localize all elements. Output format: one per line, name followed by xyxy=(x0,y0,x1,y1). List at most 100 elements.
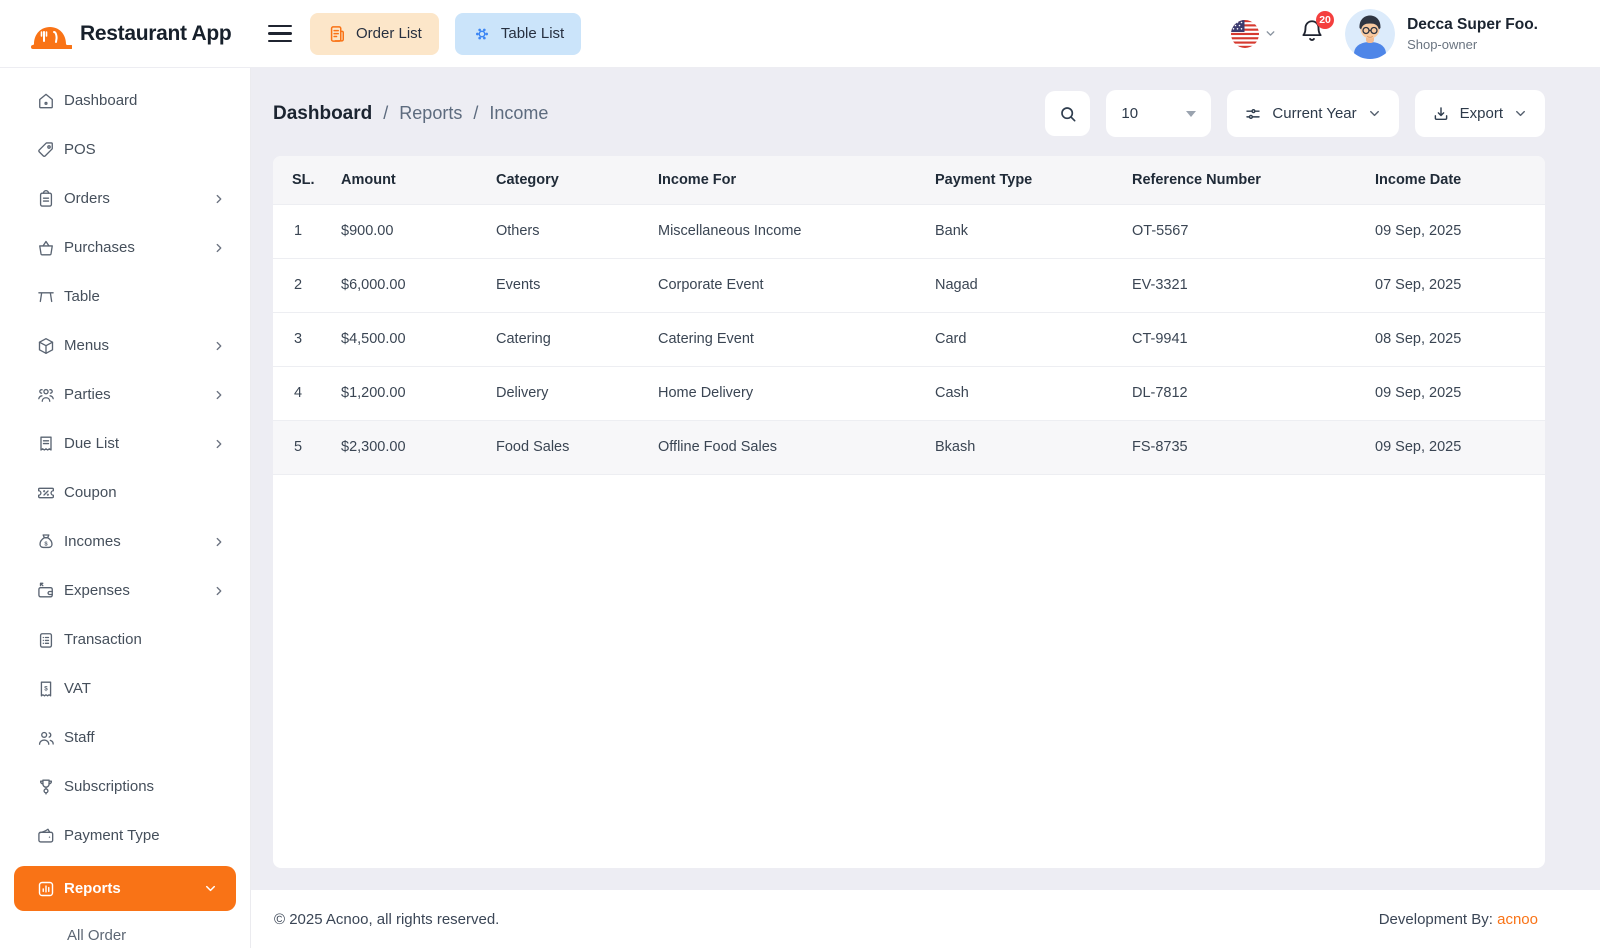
chevron-right-icon xyxy=(212,388,226,402)
wallet-icon xyxy=(36,826,56,846)
chevron-down-icon xyxy=(203,881,218,896)
restaurant-logo-icon xyxy=(28,14,72,54)
home-icon xyxy=(36,91,56,111)
receipt-icon xyxy=(36,434,56,454)
app-name: Restaurant App xyxy=(80,22,231,46)
top-bar: Restaurant App Order List Table List xyxy=(0,0,1600,68)
breadcrumb: Dashboard / Reports / Income xyxy=(273,103,548,125)
copyright-text: © 2025 Acnoo, all rights reserved. xyxy=(274,911,499,928)
table-list-button[interactable]: Table List xyxy=(455,13,581,55)
sliders-icon xyxy=(1244,105,1262,123)
sidebar-item-orders[interactable]: Orders xyxy=(0,174,250,223)
trophy-icon xyxy=(36,777,56,797)
chevron-down-icon xyxy=(1367,106,1382,121)
sidebar-item-payment-type[interactable]: Payment Type xyxy=(0,811,250,860)
user-meta[interactable]: Decca Super Foo. Shop-owner xyxy=(1407,16,1538,52)
page-size-select[interactable]: 10 xyxy=(1106,90,1211,137)
order-list-button[interactable]: Order List xyxy=(310,13,439,55)
col-reference-number: Reference Number xyxy=(1114,156,1357,204)
table-row[interactable]: 1 $900.00 Others Miscellaneous Income Ba… xyxy=(273,204,1545,258)
sidebar-item-subscriptions[interactable]: Subscriptions xyxy=(0,762,250,811)
table-header-row: SL. Amount Category Income For Payment T… xyxy=(273,156,1545,204)
developer-link[interactable]: acnoo xyxy=(1497,911,1538,928)
table-list-label: Table List xyxy=(501,25,564,42)
export-label: Export xyxy=(1460,105,1503,122)
sidebar-item-purchases[interactable]: Purchases xyxy=(0,223,250,272)
us-flag-icon xyxy=(1231,20,1259,48)
breadcrumb-reports[interactable]: Reports xyxy=(399,103,462,123)
table-row[interactable]: 3 $4,500.00 Catering Catering Event Card… xyxy=(273,312,1545,366)
chevron-down-icon xyxy=(1264,27,1277,40)
table-row[interactable]: 2 $6,000.00 Events Corporate Event Nagad… xyxy=(273,258,1545,312)
search-button[interactable] xyxy=(1045,91,1090,136)
avatar[interactable] xyxy=(1345,9,1395,59)
date-filter-button[interactable]: Current Year xyxy=(1227,90,1398,137)
chevron-right-icon xyxy=(212,535,226,549)
sidebar-item-table[interactable]: Table xyxy=(0,272,250,321)
col-payment-type: Payment Type xyxy=(917,156,1114,204)
income-table: SL. Amount Category Income For Payment T… xyxy=(273,156,1545,475)
user-name: Decca Super Foo. xyxy=(1407,16,1538,34)
export-button[interactable]: Export xyxy=(1415,90,1545,137)
notification-count-badge: 20 xyxy=(1316,11,1334,29)
avatar-image xyxy=(1345,9,1395,59)
sidebar-item-incomes[interactable]: $ Incomes xyxy=(0,517,250,566)
staff-icon xyxy=(36,728,56,748)
svg-text:$: $ xyxy=(44,541,48,547)
sidebar-subitem-all-order[interactable]: All Order xyxy=(0,927,250,944)
chevron-down-icon xyxy=(1513,106,1528,121)
table-row[interactable]: 5 $2,300.00 Food Sales Offline Food Sale… xyxy=(273,420,1545,474)
notifications-button[interactable]: 20 xyxy=(1299,18,1325,49)
sidebar-item-dashboard[interactable]: Dashboard xyxy=(0,76,250,125)
col-category: Category xyxy=(478,156,640,204)
sidebar-item-menus[interactable]: Menus xyxy=(0,321,250,370)
users-group-icon xyxy=(36,385,56,405)
svg-text:$: $ xyxy=(44,685,48,692)
ticket-icon xyxy=(36,483,56,503)
chevron-right-icon xyxy=(212,192,226,206)
toolbar: 10 Current Year Export xyxy=(1045,90,1545,137)
tag-icon xyxy=(36,140,56,160)
table-row[interactable]: 4 $1,200.00 Delivery Home Delivery Cash … xyxy=(273,366,1545,420)
chevron-right-icon xyxy=(212,339,226,353)
col-amount: Amount xyxy=(323,156,478,204)
page-size-value: 10 xyxy=(1121,105,1138,122)
chevron-right-icon xyxy=(212,437,226,451)
breadcrumb-income: Income xyxy=(489,103,548,123)
col-income-date: Income Date xyxy=(1357,156,1545,204)
download-icon xyxy=(1432,105,1450,123)
caret-down-icon xyxy=(1186,111,1196,117)
sidebar-item-due-list[interactable]: Due List xyxy=(0,419,250,468)
user-role: Shop-owner xyxy=(1407,37,1538,52)
income-table-card: SL. Amount Category Income For Payment T… xyxy=(273,156,1545,868)
basket-icon xyxy=(36,238,56,258)
order-list-label: Order List xyxy=(356,25,422,42)
sidebar-item-transaction[interactable]: Transaction xyxy=(0,615,250,664)
menu-toggle-icon[interactable] xyxy=(268,25,292,43)
footer: © 2025 Acnoo, all rights reserved. Devel… xyxy=(251,890,1600,948)
order-list-icon xyxy=(327,24,347,44)
sidebar-item-reports[interactable]: Reports xyxy=(14,866,236,911)
language-selector[interactable] xyxy=(1231,20,1277,48)
bar-chart-icon xyxy=(36,879,56,899)
chevron-right-icon xyxy=(212,584,226,598)
sidebar-item-expenses[interactable]: Expenses xyxy=(0,566,250,615)
sidebar-item-staff[interactable]: Staff xyxy=(0,713,250,762)
table-icon xyxy=(36,287,56,307)
main-panel: Dashboard / Reports / Income 10 Current … xyxy=(251,68,1600,890)
clipboard-icon xyxy=(36,189,56,209)
breadcrumb-dashboard[interactable]: Dashboard xyxy=(273,103,372,124)
vat-receipt-icon: $ xyxy=(36,679,56,699)
content-area: Dashboard / Reports / Income 10 Current … xyxy=(251,68,1600,948)
sidebar-item-vat[interactable]: $ VAT xyxy=(0,664,250,713)
package-icon xyxy=(36,336,56,356)
sidebar-item-pos[interactable]: POS xyxy=(0,125,250,174)
search-icon xyxy=(1058,104,1078,124)
date-filter-label: Current Year xyxy=(1272,105,1356,122)
sidebar-item-parties[interactable]: Parties xyxy=(0,370,250,419)
money-bag-icon: $ xyxy=(36,532,56,552)
sidebar-item-coupon[interactable]: Coupon xyxy=(0,468,250,517)
col-income-for: Income For xyxy=(640,156,917,204)
app-logo[interactable]: Restaurant App xyxy=(28,14,268,54)
chevron-right-icon xyxy=(212,241,226,255)
